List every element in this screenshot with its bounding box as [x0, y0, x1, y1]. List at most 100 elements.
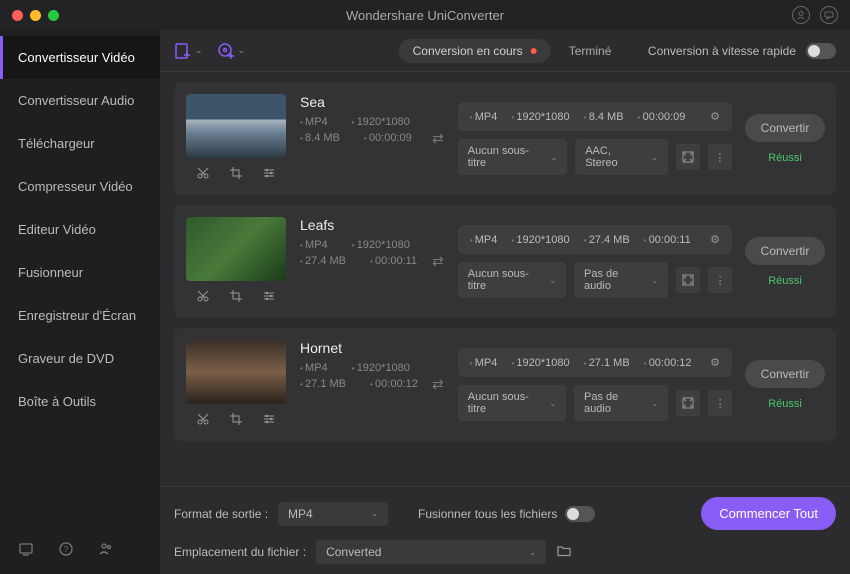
location-label: Emplacement du fichier : — [174, 545, 306, 559]
account-icon[interactable] — [792, 6, 810, 24]
tab-done[interactable]: Terminé — [569, 44, 612, 58]
trim-icon[interactable] — [196, 412, 210, 429]
out-duration: 00:00:09 — [638, 111, 686, 123]
close-window[interactable] — [12, 10, 23, 21]
window-controls — [12, 10, 59, 21]
in-format: MP4 — [300, 362, 328, 374]
crop-icon[interactable] — [229, 289, 243, 306]
in-resolution: 1920*1080 — [352, 362, 410, 374]
minimize-window[interactable] — [30, 10, 41, 21]
audio-select[interactable]: Pas de audio⌄ — [574, 385, 668, 421]
sidebar-bottom: ? — [0, 527, 160, 574]
expand-icon[interactable] — [676, 267, 700, 293]
crop-icon[interactable] — [229, 412, 243, 429]
sidebar-item-6[interactable]: Enregistreur d'Écran — [0, 294, 160, 337]
audio-select[interactable]: AAC, Stereo⌄ — [575, 139, 667, 175]
settings-icon[interactable]: ⚙ — [710, 356, 720, 369]
expand-icon[interactable] — [676, 390, 700, 416]
video-thumbnail[interactable] — [186, 94, 286, 158]
in-duration: 00:00:11 — [370, 255, 417, 267]
sidebar-item-8[interactable]: Boîte à Outils — [0, 380, 160, 423]
video-card: Sea MP4 1920*1080 8.4 MB 00:00:09 ⇄ MP4 … — [174, 82, 836, 195]
video-card: Leafs MP4 1920*1080 27.4 MB 00:00:11 ⇄ M… — [174, 205, 836, 318]
output-format-label: Format de sortie : — [174, 507, 268, 521]
video-card: Hornet MP4 1920*1080 27.1 MB 00:00:12 ⇄ … — [174, 328, 836, 441]
sidebar-item-2[interactable]: Téléchargeur — [0, 122, 160, 165]
trim-icon[interactable] — [196, 166, 210, 183]
start-all-button[interactable]: Commencer Tout — [701, 497, 836, 530]
tab-converting[interactable]: Conversion en cours — [399, 39, 551, 63]
video-thumbnail[interactable] — [186, 217, 286, 281]
out-duration: 00:00:11 — [644, 234, 691, 246]
expand-icon[interactable] — [676, 144, 700, 170]
out-format: MP4 — [470, 111, 498, 123]
video-name: Sea — [300, 94, 418, 110]
effects-icon[interactable] — [262, 412, 276, 429]
video-name: Hornet — [300, 340, 418, 356]
sidebar-item-5[interactable]: Fusionneur — [0, 251, 160, 294]
crop-icon[interactable] — [229, 166, 243, 183]
sidebar-item-3[interactable]: Compresseur Vidéo — [0, 165, 160, 208]
out-size: 27.1 MB — [584, 357, 630, 369]
out-resolution: 1920*1080 — [511, 111, 569, 123]
output-info: MP4 1920*1080 27.4 MB 00:00:11 ⚙ — [458, 225, 732, 254]
status-success: Réussi — [768, 275, 802, 287]
open-folder-icon[interactable] — [556, 543, 572, 562]
sidebar-item-7[interactable]: Graveur de DVD — [0, 337, 160, 380]
more-icon[interactable]: ⋮ — [708, 267, 732, 293]
trim-icon[interactable] — [196, 289, 210, 306]
output-info: MP4 1920*1080 8.4 MB 00:00:09 ⚙ — [458, 102, 732, 131]
output-info: MP4 1920*1080 27.1 MB 00:00:12 ⚙ — [458, 348, 732, 377]
merge-label: Fusionner tous les fichiers — [418, 507, 557, 521]
location-select[interactable]: Converted⌄ — [316, 540, 546, 564]
toolbar: ⌄ ⌄ Conversion en cours Terminé Conversi… — [160, 30, 850, 72]
convert-button[interactable]: Convertir — [745, 114, 826, 142]
contacts-icon[interactable] — [98, 541, 114, 560]
maximize-window[interactable] — [48, 10, 59, 21]
status-success: Réussi — [768, 398, 802, 410]
out-resolution: 1920*1080 — [511, 357, 569, 369]
sidebar-item-1[interactable]: Convertisseur Audio — [0, 79, 160, 122]
more-icon[interactable]: ⋮ — [708, 390, 732, 416]
out-size: 27.4 MB — [584, 234, 630, 246]
audio-select[interactable]: Pas de audio⌄ — [574, 262, 668, 298]
svg-text:?: ? — [64, 545, 69, 554]
out-duration: 00:00:12 — [644, 357, 692, 369]
convert-button[interactable]: Convertir — [745, 360, 826, 388]
subtitle-select[interactable]: Aucun sous-titre⌄ — [458, 262, 566, 298]
merge-toggle[interactable] — [565, 506, 595, 522]
settings-icon[interactable]: ⚙ — [710, 233, 720, 246]
status-success: Réussi — [768, 152, 802, 164]
app-title: Wondershare UniConverter — [346, 8, 504, 23]
in-format: MP4 — [300, 116, 328, 128]
speed-toggle[interactable] — [806, 43, 836, 59]
effects-icon[interactable] — [262, 289, 276, 306]
in-size: 27.1 MB — [300, 378, 346, 390]
subtitle-select[interactable]: Aucun sous-titre⌄ — [458, 385, 566, 421]
out-resolution: 1920*1080 — [511, 234, 569, 246]
in-size: 8.4 MB — [300, 132, 340, 144]
feedback-icon[interactable] — [820, 6, 838, 24]
tutorial-icon[interactable] — [18, 541, 34, 560]
subtitle-select[interactable]: Aucun sous-titre⌄ — [458, 139, 567, 175]
sidebar-item-0[interactable]: Convertisseur Vidéo — [0, 36, 160, 79]
add-file-button[interactable]: ⌄ — [174, 42, 203, 60]
in-format: MP4 — [300, 239, 328, 251]
titlebar: Wondershare UniConverter — [0, 0, 850, 30]
swap-icon: ⇄ — [432, 217, 444, 306]
sidebar-item-4[interactable]: Editeur Vidéo — [0, 208, 160, 251]
out-format: MP4 — [470, 234, 498, 246]
video-name: Leafs — [300, 217, 418, 233]
more-icon[interactable]: ⋮ — [708, 144, 732, 170]
settings-icon[interactable]: ⚙ — [710, 110, 720, 123]
recording-dot-icon — [531, 48, 537, 54]
speed-label: Conversion à vitesse rapide — [648, 44, 796, 58]
help-icon[interactable]: ? — [58, 541, 74, 560]
effects-icon[interactable] — [262, 166, 276, 183]
out-size: 8.4 MB — [584, 111, 624, 123]
add-disc-button[interactable]: ⌄ — [217, 42, 246, 60]
convert-button[interactable]: Convertir — [745, 237, 826, 265]
in-resolution: 1920*1080 — [352, 239, 410, 251]
video-thumbnail[interactable] — [186, 340, 286, 404]
output-format-select[interactable]: MP4⌄ — [278, 502, 388, 526]
